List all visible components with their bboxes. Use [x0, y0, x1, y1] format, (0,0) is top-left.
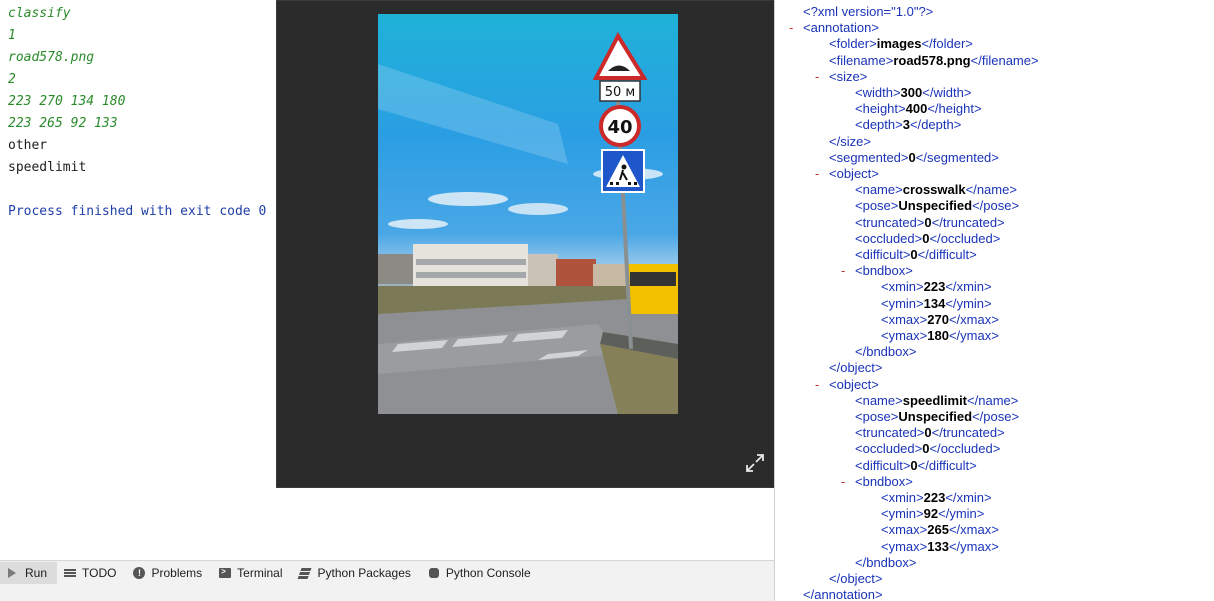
road-photo: 50 м 40 — [378, 14, 678, 414]
xml-difficult-line: <difficult>0</difficult> — [855, 458, 977, 473]
xml-annotation-close: </annotation> — [803, 587, 883, 601]
xml-bndbox-open: <bndbox> — [855, 263, 913, 278]
image-viewer-popup[interactable]: 50 м 40 — [276, 0, 780, 488]
xml-ymax-line: <ymax>133</ymax> — [881, 539, 999, 554]
xml-depth-line: <depth>3</depth> — [855, 117, 962, 132]
xml-xmin-line: <xmin>223</xmin> — [881, 490, 992, 505]
xml-segmented-line: <segmented>0</segmented> — [829, 150, 999, 165]
xml-occluded-line: <occluded>0</occluded> — [855, 231, 1001, 246]
problems-icon — [132, 566, 146, 580]
xml-object-open: <object> — [829, 166, 879, 181]
xml-filename-line: <filename>road578.png</filename> — [829, 53, 1039, 68]
xml-xmin-line: <xmin>223</xmin> — [881, 279, 992, 294]
collapse-toggle[interactable]: - — [789, 20, 793, 36]
collapse-toggle[interactable]: - — [841, 474, 845, 490]
terminal-icon — [218, 566, 232, 580]
xml-bndbox-open: <bndbox> — [855, 474, 913, 489]
xml-bndbox-close: </bndbox> — [855, 344, 917, 359]
tab-python-packages[interactable]: Python Packages — [293, 562, 421, 584]
run-icon — [6, 566, 20, 580]
xml-object-close: </object> — [829, 571, 883, 586]
xml-ymin-line: <ymin>134</ymin> — [881, 296, 992, 311]
xml-name-line: <name>crosswalk</name> — [855, 182, 1017, 197]
tab-problems[interactable]: Problems — [126, 562, 212, 584]
tab-label: Problems — [151, 566, 203, 580]
xml-truncated-line: <truncated>0</truncated> — [855, 215, 1005, 230]
xml-truncated-line: <truncated>0</truncated> — [855, 425, 1005, 440]
tab-label: Python Packages — [317, 566, 411, 580]
tab-label: Python Console — [445, 566, 531, 580]
xml-size-close: </size> — [829, 134, 871, 149]
xml-xmax-line: <xmax>265</xmax> — [881, 522, 999, 537]
tab-label: TODO — [82, 566, 117, 580]
todo-icon — [63, 566, 77, 580]
xml-width-line: <width>300</width> — [855, 85, 972, 100]
xml-ymax-line: <ymax>180</ymax> — [881, 328, 999, 343]
tab-label: Terminal — [237, 566, 283, 580]
xml-object-close: </object> — [829, 360, 883, 375]
xml-size-open: <size> — [829, 69, 868, 84]
collapse-toggle[interactable]: - — [841, 263, 845, 279]
tab-terminal[interactable]: Terminal — [212, 562, 292, 584]
bottom-tool-window-bar: Run TODO Problems Terminal Python Packag… — [0, 560, 776, 601]
xml-occluded-line: <occluded>0</occluded> — [855, 441, 1001, 456]
tab-todo[interactable]: TODO — [57, 562, 126, 584]
road-scene-illustration: 50 м 40 — [378, 31, 678, 414]
xml-xmax-line: <xmax>270</xmax> — [881, 312, 999, 327]
python-console-icon — [427, 566, 441, 580]
distance-plate-text: 50 м — [605, 85, 635, 100]
xml-height-line: <height>400</height> — [855, 101, 982, 116]
xml-pose-line: <pose>Unspecified</pose> — [855, 409, 1020, 424]
xml-name-line: <name>speedlimit</name> — [855, 393, 1019, 408]
xml-object-open: <object> — [829, 377, 879, 392]
tab-run[interactable]: Run — [0, 562, 58, 584]
xml-annotation-open: <annotation> — [803, 20, 879, 35]
xml-difficult-line: <difficult>0</difficult> — [855, 247, 977, 262]
speed-limit-sign-text: 40 — [607, 117, 632, 138]
xml-pose-line: <pose>Unspecified</pose> — [855, 198, 1020, 213]
tab-python-console[interactable]: Python Console — [421, 562, 541, 584]
xml-declaration: <?xml version="1.0"?> — [803, 4, 934, 19]
collapse-toggle[interactable]: - — [815, 377, 819, 393]
packages-icon — [299, 566, 313, 580]
xml-ymin-line: <ymin>92</ymin> — [881, 506, 985, 521]
expand-icon[interactable] — [745, 453, 765, 473]
tab-label: Run — [25, 566, 48, 580]
collapse-toggle[interactable]: - — [815, 166, 819, 182]
collapse-toggle[interactable]: - — [815, 69, 819, 85]
xml-annotation-viewer[interactable]: <?xml version="1.0"?> - <annotation> <fo… — [774, 0, 1214, 601]
xml-bndbox-close: </bndbox> — [855, 555, 917, 570]
xml-folder-line: <folder>images</folder> — [829, 36, 973, 51]
